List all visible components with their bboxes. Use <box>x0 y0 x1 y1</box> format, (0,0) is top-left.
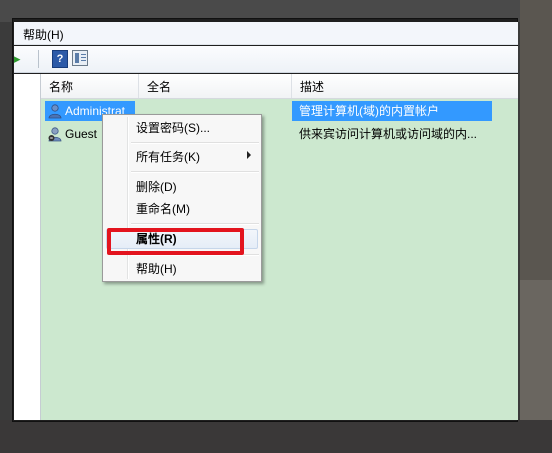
column-header-name[interactable]: 名称 <box>41 74 139 98</box>
arrow-right-icon[interactable]: ▸ <box>14 52 24 66</box>
column-header-description[interactable]: 描述 <box>292 74 518 98</box>
annotation-highlight-box <box>107 228 244 255</box>
submenu-arrow-icon <box>247 151 251 159</box>
menu-help[interactable]: 帮助(H) <box>23 26 64 43</box>
user-description: 供来宾访问计算机或访问域的内... <box>299 127 478 141</box>
show-hide-pane-icon[interactable] <box>72 50 88 66</box>
menu-item-help[interactable]: 帮助(H) <box>136 259 177 279</box>
menu-item-all-tasks[interactable]: 所有任务(K) <box>136 147 200 167</box>
column-header-row: 名称 全名 描述 <box>41 74 518 99</box>
menu-bar: 帮助(H) <box>14 22 518 45</box>
context-menu: 设置密码(S)... 所有任务(K) 删除(D) 重命名(M) 属性(R) 帮助… <box>102 114 262 282</box>
help-icon[interactable]: ? <box>52 50 68 68</box>
menu-separator <box>131 223 259 225</box>
toolbar-separator <box>38 50 39 68</box>
toolbar: ▸ ? <box>14 46 518 73</box>
user-icon <box>48 104 62 119</box>
backdrop-bottom <box>0 420 552 453</box>
menu-item-delete[interactable]: 删除(D) <box>136 177 177 197</box>
console-tree-pane <box>14 74 41 420</box>
disabled-user-icon <box>48 127 62 142</box>
column-header-full-name[interactable]: 全名 <box>139 74 292 98</box>
menu-separator <box>131 171 259 173</box>
user-description: 管理计算机(域)的内置帐户 <box>299 104 439 118</box>
menu-item-rename[interactable]: 重命名(M) <box>136 199 190 219</box>
menu-item-set-password[interactable]: 设置密码(S)... <box>136 118 210 138</box>
menu-separator <box>131 142 259 144</box>
